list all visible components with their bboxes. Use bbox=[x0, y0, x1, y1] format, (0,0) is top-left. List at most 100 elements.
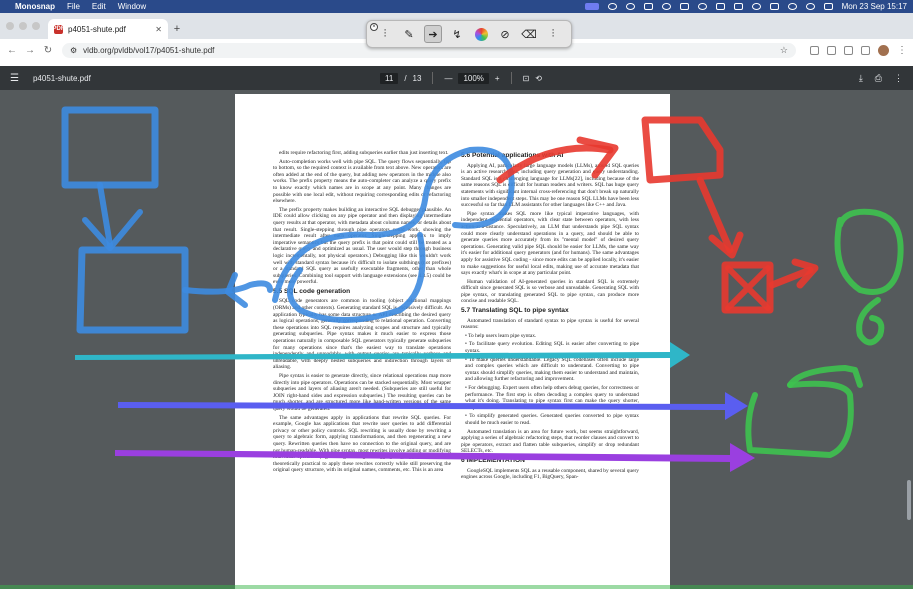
print-icon[interactable]: ⎙ bbox=[875, 73, 882, 84]
extension-icon[interactable] bbox=[810, 45, 819, 55]
site-info-icon[interactable]: ⚙ bbox=[70, 46, 77, 55]
input-source-icon[interactable] bbox=[733, 3, 743, 10]
menubar-status-area: Mon 23 Sep 15:17 bbox=[584, 2, 907, 11]
zoom-in-button[interactable]: + bbox=[495, 74, 500, 83]
section-heading: 5.6 Potential applications with AI bbox=[461, 152, 564, 159]
page-total: 13 bbox=[412, 73, 422, 83]
close-toolbar-icon[interactable]: × bbox=[370, 23, 378, 31]
browser-tab-active[interactable]: PDF p4051-shute.pdf ✕ bbox=[48, 19, 168, 39]
list-item: To facilitate query evolution. Editing S… bbox=[465, 341, 639, 354]
list-item: To help users learn pipe syntax. bbox=[465, 333, 639, 340]
macos-menubar: Monosnap File Edit Window Mon 23 Sep 15:… bbox=[0, 0, 913, 13]
volume-icon[interactable] bbox=[715, 3, 725, 10]
download-pdf-icon[interactable]: ⤓ bbox=[859, 73, 863, 84]
status-icon[interactable] bbox=[697, 3, 707, 10]
divider bbox=[510, 72, 512, 84]
control-center-icon[interactable] bbox=[823, 3, 833, 10]
menubar-clock[interactable]: Mon 23 Sep 15:17 bbox=[842, 2, 907, 11]
close-tab-icon[interactable]: ✕ bbox=[155, 25, 162, 34]
divider bbox=[432, 72, 434, 84]
page-column-left: edits require refactoring first, adding … bbox=[273, 150, 451, 476]
side-panel-icon[interactable] bbox=[861, 45, 870, 55]
back-arrow-icon[interactable]: ← bbox=[6, 45, 18, 56]
address-url: vldb.org/pvldb/vol17/p4051-shute.pdf bbox=[83, 45, 215, 55]
paragraph: The prefix property makes building an in… bbox=[273, 206, 451, 286]
screen: Monosnap File Edit Window Mon 23 Sep 15:… bbox=[0, 0, 913, 589]
monosnap-toolbar: × ⫶ ✎ ➔ ↯ ⊘ ⌫ ⫶ bbox=[366, 20, 572, 48]
paragraph: edits require refactoring first, adding … bbox=[279, 150, 449, 156]
close-window-button[interactable] bbox=[6, 22, 14, 30]
minimize-window-button[interactable] bbox=[19, 22, 27, 30]
wifi-icon[interactable] bbox=[787, 3, 797, 10]
page-number-input[interactable]: 11 bbox=[380, 72, 399, 84]
window-controls bbox=[0, 22, 48, 39]
page-scrollbar[interactable] bbox=[907, 480, 911, 520]
menubar-item-edit[interactable]: Edit bbox=[92, 2, 106, 11]
pen-tool-icon[interactable]: ✎ bbox=[400, 25, 418, 43]
paragraph: Automated translation of standard syntax… bbox=[461, 317, 639, 331]
profile-avatar[interactable] bbox=[878, 44, 889, 56]
curve-arrow-tool-icon[interactable]: ↯ bbox=[448, 25, 466, 43]
new-tab-button[interactable]: + bbox=[168, 19, 186, 39]
zoom-out-button[interactable]: — bbox=[444, 74, 452, 83]
download-icon[interactable] bbox=[844, 45, 853, 55]
eraser-tool-icon[interactable]: ⌫ bbox=[520, 25, 538, 43]
browser-toolbar-icons: ⋮ bbox=[810, 44, 907, 56]
page-column-right: 5.6 Potential applications with AI Apply… bbox=[461, 150, 639, 483]
status-icon[interactable] bbox=[607, 3, 617, 10]
section-heading: 5.7 Translating SQL to pipe syntax bbox=[461, 307, 569, 315]
monosnap-status-icon[interactable] bbox=[584, 3, 599, 10]
bullet-list: To help users learn pipe syntax. To faci… bbox=[465, 333, 639, 427]
pdf-menu-icon[interactable]: ☰ bbox=[10, 73, 19, 84]
pdf-viewer-toolbar: ☰ p4051-shute.pdf 11 / 13 — 100% + ⊡ ⟲ ⤓… bbox=[0, 66, 913, 90]
zoom-level-input[interactable]: 100% bbox=[458, 72, 489, 84]
status-icon[interactable] bbox=[679, 3, 689, 10]
paragraph: The same advantages apply in application… bbox=[273, 414, 451, 474]
browser-menu-icon[interactable]: ⋮ bbox=[897, 45, 907, 56]
color-picker-icon[interactable] bbox=[472, 25, 490, 43]
paragraph: GoogleSQL implements SQL as a reusable c… bbox=[461, 467, 639, 481]
paragraph: Automated translation is an area for fut… bbox=[461, 428, 639, 455]
paragraph: Applying AI, particularly large language… bbox=[461, 162, 639, 209]
paragraph: Pipe syntax makes SQL more like typical … bbox=[461, 210, 639, 277]
color-wheel-icon bbox=[474, 27, 488, 41]
fit-page-icon[interactable]: ⊡ bbox=[523, 74, 530, 83]
status-icon[interactable] bbox=[643, 3, 653, 10]
list-item: To make queries understandable. Legacy S… bbox=[465, 357, 639, 383]
arrow-tool-icon[interactable]: ➔ bbox=[424, 25, 442, 43]
forward-arrow-icon[interactable]: → bbox=[24, 45, 36, 56]
list-item: For debugging. Expert users often help o… bbox=[465, 385, 639, 411]
status-icon[interactable] bbox=[625, 3, 635, 10]
handle-icon[interactable]: ⫶ bbox=[376, 25, 394, 43]
paragraph: Auto-completion works well with pipe SQL… bbox=[273, 158, 451, 205]
bookmark-star-icon[interactable]: ☆ bbox=[780, 45, 788, 56]
circle-tool-icon[interactable]: ⊘ bbox=[496, 25, 514, 43]
search-icon[interactable] bbox=[805, 3, 815, 10]
pdf-page-controls: 11 / 13 — 100% + ⊡ ⟲ bbox=[380, 72, 542, 84]
menubar-item-file[interactable]: File bbox=[67, 2, 80, 11]
bluetooth-icon[interactable] bbox=[751, 3, 761, 10]
page-separator: / bbox=[404, 73, 407, 83]
paragraph: SQL code generators are common in toolin… bbox=[273, 298, 451, 371]
paragraph: Human validation of AI-generated queries… bbox=[461, 278, 639, 305]
status-icon[interactable] bbox=[661, 3, 671, 10]
pdf-actions: ⤓ ⎙ ⋮ bbox=[859, 73, 903, 84]
list-item: To simplify generated queries. Generated… bbox=[465, 413, 639, 426]
bottom-edge bbox=[0, 585, 913, 589]
zoom-window-button[interactable] bbox=[32, 22, 40, 30]
handle-icon[interactable]: ⫶ bbox=[544, 25, 562, 43]
pdf-favicon-icon: PDF bbox=[52, 24, 65, 34]
reload-icon[interactable]: ↻ bbox=[42, 45, 54, 56]
pdf-page: edits require refactoring first, adding … bbox=[235, 94, 670, 589]
battery-icon[interactable] bbox=[769, 3, 779, 10]
menubar-item-window[interactable]: Window bbox=[118, 2, 146, 11]
pdf-filename: p4051-shute.pdf bbox=[32, 73, 91, 83]
section-heading: 5.5 SQL code generation bbox=[273, 287, 351, 295]
rotate-icon[interactable]: ⟲ bbox=[535, 74, 542, 83]
menubar-app-name[interactable]: Monosnap bbox=[15, 2, 55, 11]
section-heading: 6 IMPLEMENTATION bbox=[461, 456, 525, 464]
extension-icon[interactable] bbox=[827, 45, 836, 55]
paragraph: Pipe syntax is easier to generate direct… bbox=[273, 373, 451, 412]
tab-title: p4051-shute.pdf bbox=[68, 24, 126, 34]
more-options-icon[interactable]: ⋮ bbox=[894, 73, 903, 84]
